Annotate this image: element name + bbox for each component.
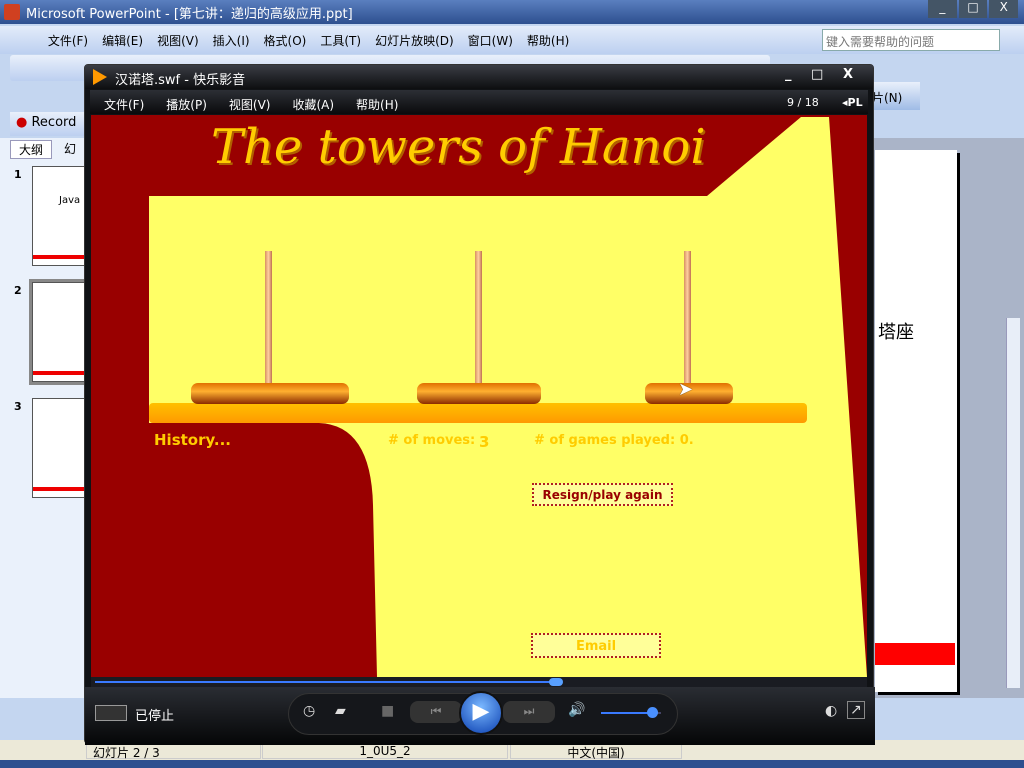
email-button[interactable]: Email (531, 633, 661, 658)
slide-thumbnail-1[interactable]: Java (32, 166, 88, 266)
player-window: 汉诺塔.swf - 快乐影音 _ □ X 文件(F) 播放(P) 视图(V) 收藏(A… (84, 64, 875, 745)
seek-bar[interactable] (91, 677, 867, 687)
menu-insert[interactable]: 插入(I) (213, 32, 250, 49)
status-design: 1_0U5_2 (262, 743, 508, 759)
thumb-number: 3 (14, 400, 22, 413)
record-button[interactable]: ● Record (10, 112, 86, 136)
maximize-button[interactable]: □ (958, 0, 988, 18)
tower-base (149, 403, 807, 423)
player-minimize-button[interactable]: _ (785, 67, 792, 82)
player-menu-play[interactable]: 播放(P) (166, 96, 207, 113)
player-maximize-button[interactable]: □ (811, 67, 823, 82)
mini-mode-icon[interactable]: ↗ (847, 701, 865, 719)
ppt-title-bar: Microsoft PowerPoint - [第七讲：递归的高级应用.ppt] (0, 0, 1024, 24)
slide-scrollbar[interactable] (1006, 318, 1020, 688)
player-menu-bar: 文件(F) 播放(P) 视图(V) 收藏(A) 帮助(H) 9 / 18 ◂PL (90, 90, 868, 114)
disk-medium[interactable] (417, 383, 541, 404)
menu-view[interactable]: 视图(V) (157, 32, 199, 49)
record-icon: ● (16, 115, 28, 130)
powerpoint-icon (4, 4, 20, 20)
next-button[interactable]: ⏭ (503, 701, 555, 723)
volume-icon[interactable]: 🔊 (568, 702, 585, 718)
slides-panel: 大纲 幻 1 Java 2 3 (0, 138, 91, 698)
minimize-button[interactable]: _ (928, 0, 957, 18)
play-button[interactable]: ▶ (459, 691, 503, 735)
games-played: # of games played: 0. (534, 433, 694, 448)
game-background (149, 117, 867, 677)
resign-button[interactable]: Resign/play again (532, 483, 673, 506)
stop-button[interactable]: ■ (381, 703, 394, 719)
player-menu-favorites[interactable]: 收藏(A) (292, 96, 334, 113)
game-title: The towers of Hanoi (211, 119, 706, 175)
player-menu-view[interactable]: 视图(V) (229, 96, 271, 113)
menu-edit[interactable]: 编辑(E) (102, 32, 143, 49)
current-slide[interactable] (875, 150, 957, 692)
menu-format[interactable]: 格式(O) (264, 32, 307, 49)
ppt-title: Microsoft PowerPoint - [第七讲：递归的高级应用.ppt] (26, 7, 353, 22)
seek-progress (95, 681, 556, 683)
player-controls: 已停止 ◷ ▰ ■ ⏮ ⏭ ▶ 🔊 ◐ ↗ (85, 687, 875, 745)
player-menu-help[interactable]: 帮助(H) (356, 96, 398, 113)
history-link[interactable]: History... (154, 431, 231, 449)
moves-count: 3 (479, 433, 490, 451)
slide-text: 塔座 (878, 322, 914, 343)
peg-2 (475, 251, 482, 387)
status-slide: 幻灯片 2 / 3 (86, 743, 261, 760)
slide-red-bar (875, 643, 955, 665)
taskbar-strip (0, 760, 1024, 768)
slide-thumbnail-2[interactable] (29, 279, 91, 385)
open-folder-icon[interactable]: ▰ (335, 703, 346, 719)
history-clock-icon[interactable]: ◷ (303, 703, 315, 719)
playback-status: 已停止 (135, 709, 175, 724)
playlist-toggle[interactable]: ◂PL (842, 96, 863, 109)
menu-file[interactable]: 文件(F) (48, 32, 88, 49)
ppt-window-controls: _ □ X (928, 0, 1019, 18)
volume-handle[interactable] (647, 707, 658, 718)
menu-slideshow[interactable]: 幻灯片放映(D) (375, 32, 454, 49)
close-button[interactable]: X (989, 0, 1019, 18)
flash-game: The towers of Hanoi History... # of move… (91, 115, 867, 677)
mouse-cursor-icon: ➤ (678, 379, 694, 400)
player-close-button[interactable]: X (843, 67, 853, 82)
playlist-counter: 9 / 18 (787, 96, 819, 109)
tab-outline[interactable]: 大纲 (10, 140, 53, 159)
status-language: 中文(中国) (510, 743, 682, 760)
previous-button[interactable]: ⏮ (410, 701, 462, 723)
tab-slides[interactable]: 幻 (64, 140, 76, 157)
menu-window[interactable]: 窗口(W) (468, 32, 513, 49)
thumb-number: 2 (14, 284, 22, 297)
help-search-input[interactable]: 键入需要帮助的问题 (822, 29, 1000, 51)
slide-thumbnail-3[interactable] (32, 398, 88, 498)
thumb-number: 1 (14, 168, 22, 181)
brightness-icon[interactable]: ◐ (825, 703, 837, 719)
player-title: 汉诺塔.swf - 快乐影音 (115, 73, 246, 88)
peg-3 (684, 251, 691, 387)
moves-label: # of moves: (388, 433, 476, 448)
menu-tools[interactable]: 工具(T) (320, 32, 361, 49)
thumb-text: Java (59, 195, 81, 206)
peg-1 (265, 251, 272, 387)
player-menu-file[interactable]: 文件(F) (104, 96, 144, 113)
disk-large[interactable] (191, 383, 349, 404)
menu-help[interactable]: 帮助(H) (527, 32, 569, 49)
stop-state-icon (95, 705, 127, 721)
seek-handle[interactable] (548, 678, 563, 686)
record-label: Record (31, 115, 77, 130)
player-logo-icon (93, 69, 107, 85)
player-title-bar: 汉诺塔.swf - 快乐影音 (85, 65, 873, 89)
